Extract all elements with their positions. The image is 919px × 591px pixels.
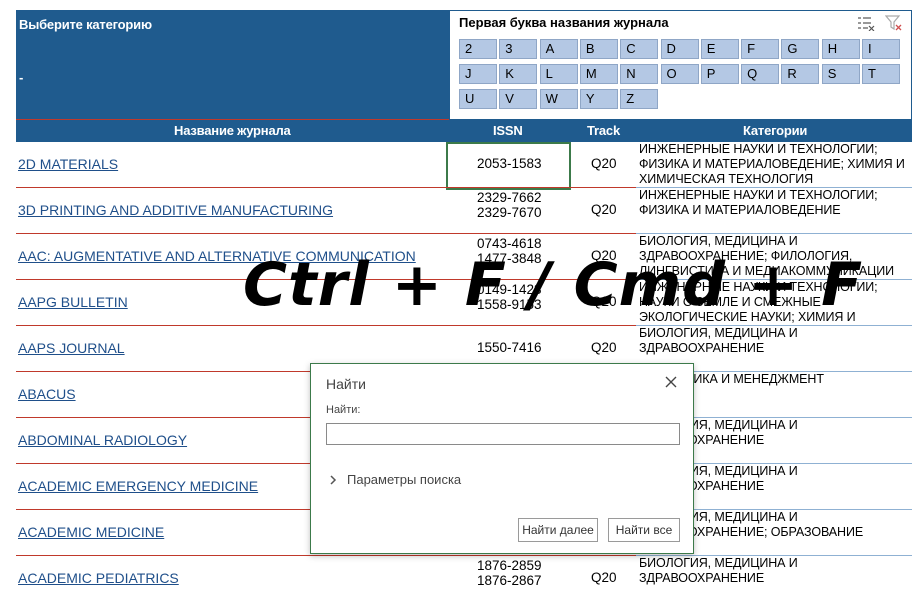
journal-name-link[interactable]: ABDOMINAL RADIOLOGY: [18, 432, 187, 448]
table-header: Название журнала ISSN Track Категории: [16, 120, 912, 142]
categories-cell: ИНЖЕНЕРНЫЕ НАУКИ И ТЕХНОЛОГИИ; ФИЗИКА И М…: [639, 142, 909, 187]
letter-button[interactable]: 2: [459, 39, 497, 59]
journal-name-link[interactable]: 3D PRINTING AND ADDITIVE MANUFACTURING: [18, 202, 333, 218]
category-line: ФИЗИКА И МАТЕРИАЛОВЕДЕНИЕ: [639, 203, 841, 217]
header-journal-name[interactable]: Название журнала: [174, 123, 291, 138]
issn-cell: 1876-2859 1876-2867: [477, 558, 542, 588]
header-categories[interactable]: Категории: [743, 123, 807, 138]
category-panel-title: Выберите категорию: [19, 17, 152, 32]
letter-button[interactable]: D: [660, 39, 699, 59]
find-all-button[interactable]: Найти все: [608, 518, 680, 542]
search-options-label: Параметры поиска: [347, 472, 462, 487]
issn-value: 2329-7670: [477, 205, 542, 220]
shortcut-overlay-text: Ctrl + F / Cmd + F: [243, 250, 864, 320]
find-dialog-title: Найти: [326, 376, 366, 392]
issn-value: 1876-2867: [477, 573, 542, 588]
letter-button[interactable]: H: [821, 39, 860, 59]
track-cell: Q20: [591, 340, 617, 355]
journal-name-link[interactable]: ABACUS: [18, 386, 76, 402]
issn-value: 1550-7416: [477, 340, 542, 355]
letter-button[interactable]: I: [862, 39, 900, 59]
letter-button[interactable]: 3: [499, 39, 538, 59]
letter-filter-title: Первая буква названия журнала: [459, 15, 669, 30]
letter-button[interactable]: G: [781, 39, 820, 59]
letter-button[interactable]: U: [459, 89, 497, 109]
issn-value: 0743-4618: [477, 236, 542, 251]
letter-button[interactable]: Z: [620, 89, 659, 109]
journal-name-link[interactable]: ACADEMIC MEDICINE: [18, 524, 164, 540]
letter-button[interactable]: Y: [579, 89, 618, 109]
journal-name-link[interactable]: ACADEMIC PEDIATRICS: [18, 570, 179, 586]
issn-cell: 2329-7662 2329-7670: [477, 190, 542, 220]
category-line: ЗДРАВООХРАНЕНИЕ: [639, 571, 765, 585]
clear-filter-icon[interactable]: [885, 15, 903, 31]
letter-button[interactable]: S: [821, 64, 860, 84]
letter-button[interactable]: Q: [741, 64, 780, 84]
category-selected-value[interactable]: -: [19, 70, 23, 85]
track-cell: Q20: [591, 570, 617, 585]
find-field-label: Найти:: [326, 404, 361, 416]
clear-selection-icon[interactable]: [857, 15, 875, 31]
categories-cell: ИНЖЕНЕРНЫЕ НАУКИ И ТЕХНОЛОГИИ; ФИЗИКА И М…: [639, 188, 909, 218]
close-icon[interactable]: [663, 374, 679, 390]
letter-button[interactable]: W: [539, 89, 578, 109]
category-line: БИОЛОГИЯ, МЕДИЦИНА И: [639, 556, 798, 570]
find-dialog: Найти Найти: Параметры поиска Найти дале…: [310, 363, 694, 554]
issn-value: 2329-7662: [477, 190, 542, 205]
letter-button[interactable]: T: [862, 64, 900, 84]
chevron-right-icon: [330, 474, 337, 485]
issn-value: 2053-1583: [477, 156, 542, 171]
letter-button[interactable]: P: [700, 64, 739, 84]
category-panel[interactable]: Выберите категорию -: [16, 10, 449, 120]
category-line: ИНЖЕНЕРНЫЕ НАУКИ И ТЕХНОЛОГИИ;: [639, 142, 878, 156]
letter-button[interactable]: O: [660, 64, 699, 84]
letter-button[interactable]: R: [781, 64, 820, 84]
issn-cell: 2053-1583: [477, 156, 542, 171]
find-input[interactable]: [326, 423, 680, 445]
find-next-button[interactable]: Найти далее: [518, 518, 598, 542]
letter-filter-panel: Первая буква названия журнала 23ABCDEFGH…: [449, 10, 912, 120]
header-track[interactable]: Track: [587, 123, 620, 138]
track-cell: Q20: [591, 156, 617, 171]
categories-cell: БИОЛОГИЯ, МЕДИЦИНА И ЗДРАВООХРАНЕНИЕ: [639, 556, 909, 586]
letter-filter-tools: [857, 15, 903, 31]
category-line: БИОЛОГИЯ, МЕДИЦИНА И: [639, 326, 798, 340]
issn-value: 1876-2859: [477, 558, 542, 573]
letter-button[interactable]: B: [579, 39, 618, 59]
header-issn[interactable]: ISSN: [493, 123, 523, 138]
track-cell: Q20: [591, 202, 617, 217]
journal-name-link[interactable]: ACADEMIC EMERGENCY MEDICINE: [18, 478, 258, 494]
issn-cell: 1550-7416: [477, 340, 542, 355]
journal-name-link[interactable]: AAPG BULLETIN: [18, 294, 128, 310]
letter-button[interactable]: K: [499, 64, 538, 84]
letter-button[interactable]: V: [499, 89, 538, 109]
category-line: ЗДРАВООХРАНЕНИЕ: [639, 341, 765, 355]
letter-button[interactable]: J: [459, 64, 497, 84]
letter-button[interactable]: A: [539, 39, 578, 59]
journal-name-link[interactable]: 2D MATERIALS: [18, 156, 118, 172]
letter-button[interactable]: C: [620, 39, 659, 59]
letter-button[interactable]: L: [539, 64, 578, 84]
search-options-toggle[interactable]: Параметры поиска: [329, 472, 461, 487]
category-line: ИНЖЕНЕРНЫЕ НАУКИ И ТЕХНОЛОГИИ;: [639, 188, 878, 202]
category-line: БИОЛОГИЯ, МЕДИЦИНА И: [639, 234, 798, 248]
letter-button[interactable]: N: [620, 64, 659, 84]
category-line: ХИМИЧЕСКАЯ ТЕХНОЛОГИЯ: [639, 172, 814, 186]
table-row: 2D MATERIALS 2053-1583 Q20 ИНЖЕНЕРНЫЕ НАУКИ…: [16, 142, 912, 190]
table-row: 3D PRINTING AND ADDITIVE MANUFACTURING 23…: [16, 188, 912, 234]
table-row: ACADEMIC PEDIATRICS 1876-2859 1876-2867 Q20…: [16, 556, 912, 591]
category-line: ФИЗИКА И МАТЕРИАЛОВЕДЕНИЕ; ХИМИЯ И: [639, 157, 905, 171]
letter-button[interactable]: E: [700, 39, 739, 59]
journal-name-link[interactable]: AAPS JOURNAL: [18, 340, 125, 356]
letter-button[interactable]: F: [741, 39, 780, 59]
categories-cell: БИОЛОГИЯ, МЕДИЦИНА И ЗДРАВООХРАНЕНИЕ: [639, 326, 909, 356]
letter-button[interactable]: M: [579, 64, 618, 84]
